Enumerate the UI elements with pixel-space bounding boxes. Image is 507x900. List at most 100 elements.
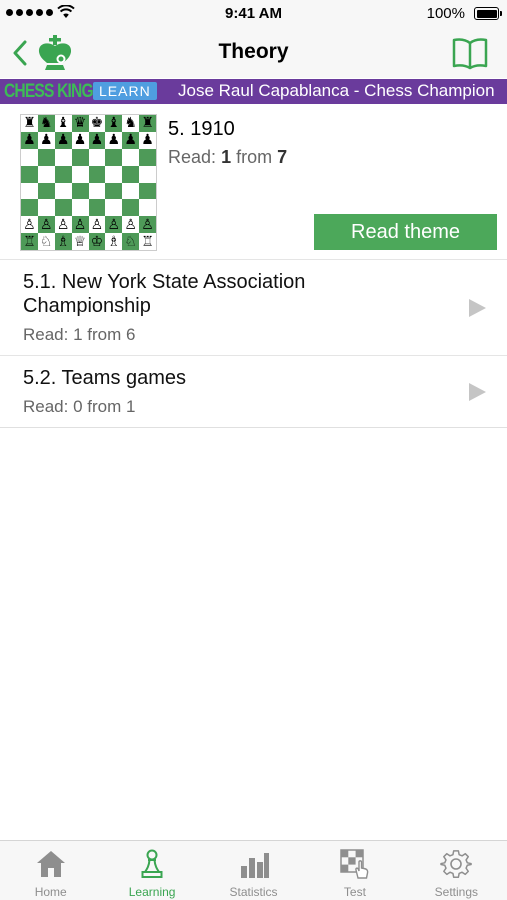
- learn-badge: LEARN: [93, 82, 157, 100]
- board-square: ♜: [21, 115, 38, 132]
- board-square: [105, 165, 123, 183]
- list-item[interactable]: 5.2. Teams games Read: 0 from 1: [0, 356, 507, 428]
- board-square: ♟: [139, 131, 156, 149]
- lesson-title: 5.1. New York State Association Champion…: [23, 271, 306, 317]
- battery-percent: 100%: [426, 5, 465, 22]
- board-square: ♘: [122, 233, 140, 250]
- course-title: Jose Raul Capablanca - Chess Champion: [178, 81, 495, 100]
- pawn-icon: [141, 849, 163, 878]
- board-square: [54, 199, 72, 217]
- board-square: [21, 165, 38, 183]
- list-item[interactable]: 5.1. New York State Association Champion…: [0, 260, 507, 356]
- nav-bar: Theory: [0, 28, 507, 78]
- board-square: ♖: [139, 233, 156, 250]
- board-square: [122, 148, 140, 166]
- board-square: [37, 199, 55, 217]
- tab-settings[interactable]: Settings: [406, 841, 507, 900]
- tab-label: Home: [34, 885, 67, 899]
- board-square: ♞: [37, 115, 55, 132]
- tab-statistics[interactable]: Statistics: [203, 841, 304, 900]
- board-square: ♗: [105, 233, 123, 250]
- tab-label: Statistics: [229, 885, 278, 899]
- board-square: [71, 148, 89, 166]
- course-banner: CHESS KING LEARN Jose Raul Capablanca - …: [0, 79, 507, 104]
- disclosure-arrow-icon: [469, 299, 486, 317]
- read-theme-button[interactable]: Read theme: [314, 214, 497, 250]
- theme-progress: Read: 1 from 7: [168, 147, 287, 168]
- board-square: ♟: [54, 131, 72, 149]
- board-square: [37, 148, 55, 166]
- board-square: [71, 182, 89, 200]
- board-square: [21, 182, 38, 200]
- board-square: ♙: [54, 216, 72, 234]
- lesson-progress: Read: 1 from 6: [23, 325, 136, 344]
- board-square: ♟: [37, 131, 55, 149]
- board-square: [139, 182, 156, 200]
- board-square: [88, 165, 106, 183]
- board-square: ♛: [71, 115, 89, 132]
- progress-label: Read:: [168, 147, 217, 167]
- board-square: [37, 165, 55, 183]
- board-square: ♚: [88, 115, 106, 132]
- tab-label: Learning: [128, 885, 176, 899]
- board-square: ♙: [122, 216, 140, 234]
- tab-label: Test: [343, 885, 366, 899]
- progress-read-count: 1: [221, 147, 232, 167]
- lesson-title: 5.2. Teams games: [23, 367, 187, 389]
- board-square: ♜: [139, 115, 156, 132]
- board-square: ♖: [21, 233, 38, 250]
- brand-logo-text: CHESS KING: [4, 81, 94, 102]
- board-square: ♗: [54, 233, 72, 250]
- board-square: ♕: [71, 233, 89, 250]
- house-icon: [36, 851, 65, 877]
- board-square: ♟: [105, 131, 123, 149]
- board-square: [54, 182, 72, 200]
- board-square: [88, 182, 106, 200]
- board-square: [105, 148, 123, 166]
- board-square: [21, 148, 38, 166]
- theme-title: 5. 1910: [168, 118, 235, 140]
- checkered-board-hand-icon: [340, 849, 369, 879]
- board-square: ♙: [88, 216, 106, 234]
- status-bar: 9:41 AM 100%: [0, 0, 507, 28]
- board-square: [105, 182, 123, 200]
- board-square: ♙: [21, 216, 38, 234]
- theme-header: ♜ ♞ ♝ ♛ ♚ ♝ ♞ ♜ ♟ ♟ ♟ ♟ ♟ ♟ ♟ ♟ ♙ ♙ ♙ ♙ ♙ ♙ ♙ ♙ ♖ ♘ ♗ ♕ ♔ ♗ ♘ ♖ 5. 1910…: [0, 104, 507, 260]
- board-square: [139, 165, 156, 183]
- board-square: [122, 199, 140, 217]
- disclosure-arrow-icon: [469, 383, 486, 401]
- tab-learning[interactable]: Learning: [101, 841, 202, 900]
- board-square: [71, 199, 89, 217]
- board-square: [37, 182, 55, 200]
- open-book-icon[interactable]: [451, 36, 489, 70]
- chess-board-thumbnail: ♜ ♞ ♝ ♛ ♚ ♝ ♞ ♜ ♟ ♟ ♟ ♟ ♟ ♟ ♟ ♟ ♙ ♙ ♙ ♙ ♙ ♙ ♙ ♙ ♖ ♘ ♗ ♕ ♔ ♗ ♘ ♖: [20, 114, 157, 251]
- progress-from: from: [236, 147, 273, 167]
- board-square: ♙: [105, 216, 123, 234]
- board-square: ♝: [105, 115, 123, 132]
- back-button[interactable]: [12, 34, 82, 72]
- board-square: [88, 148, 106, 166]
- board-square: ♘: [37, 233, 55, 250]
- lesson-progress: Read: 0 from 1: [23, 397, 136, 416]
- board-square: ♞: [122, 115, 140, 132]
- bar-chart-icon: [240, 853, 269, 878]
- board-square: [54, 148, 72, 166]
- board-square: [71, 165, 89, 183]
- board-square: [139, 148, 156, 166]
- board-square: ♙: [71, 216, 89, 234]
- board-square: [88, 199, 106, 217]
- board-square: ♙: [139, 216, 156, 234]
- board-square: ♟: [88, 131, 106, 149]
- tab-home[interactable]: Home: [0, 841, 101, 900]
- progress-total-count: 7: [277, 147, 288, 167]
- tab-test[interactable]: Test: [304, 841, 405, 900]
- board-square: ♙: [37, 216, 55, 234]
- chevron-left-icon: [13, 40, 27, 66]
- board-square: ♝: [54, 115, 72, 132]
- board-square: ♔: [88, 233, 106, 250]
- tab-bar: Home Learning Statistics Test Settings: [0, 840, 507, 900]
- board-square: [21, 199, 38, 217]
- board-square: [105, 199, 123, 217]
- battery-icon: [474, 7, 502, 20]
- tab-label: Settings: [434, 885, 478, 899]
